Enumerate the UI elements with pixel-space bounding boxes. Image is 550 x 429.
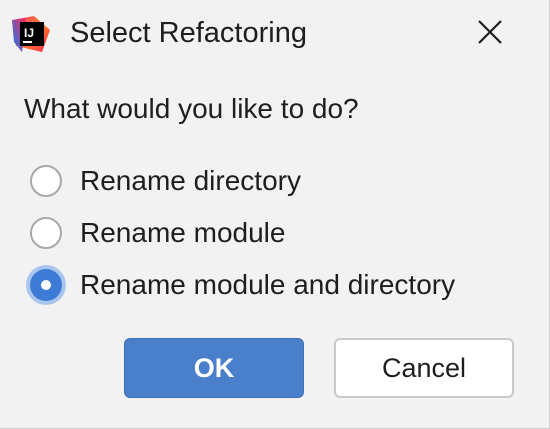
option-label: Rename directory bbox=[80, 165, 301, 196]
option-rename-module[interactable]: Rename module bbox=[24, 212, 285, 254]
radio-button[interactable] bbox=[30, 165, 62, 197]
ok-button[interactable]: OK bbox=[124, 338, 304, 398]
option-rename-module-and-directory[interactable]: Rename module and directory bbox=[24, 264, 455, 306]
close-icon bbox=[478, 20, 502, 44]
option-rename-directory[interactable]: Rename directory bbox=[24, 160, 301, 202]
option-label: Rename module and directory bbox=[80, 269, 456, 300]
svg-text:IJ: IJ bbox=[24, 26, 34, 40]
title-bar: IJ Select Refactoring bbox=[0, 0, 550, 66]
intellij-idea-icon: IJ bbox=[12, 16, 50, 52]
radio-button-selected[interactable] bbox=[30, 269, 62, 301]
option-label: Rename module bbox=[80, 217, 286, 248]
radio-button[interactable] bbox=[30, 217, 62, 249]
window-title: Select Refactoring bbox=[70, 17, 307, 49]
close-button[interactable] bbox=[468, 12, 512, 52]
prompt-question: What would you like to do? bbox=[24, 93, 359, 124]
cancel-button[interactable]: Cancel bbox=[334, 338, 514, 398]
select-refactoring-dialog: IJ Select Refactoring What would you lik… bbox=[0, 0, 550, 429]
